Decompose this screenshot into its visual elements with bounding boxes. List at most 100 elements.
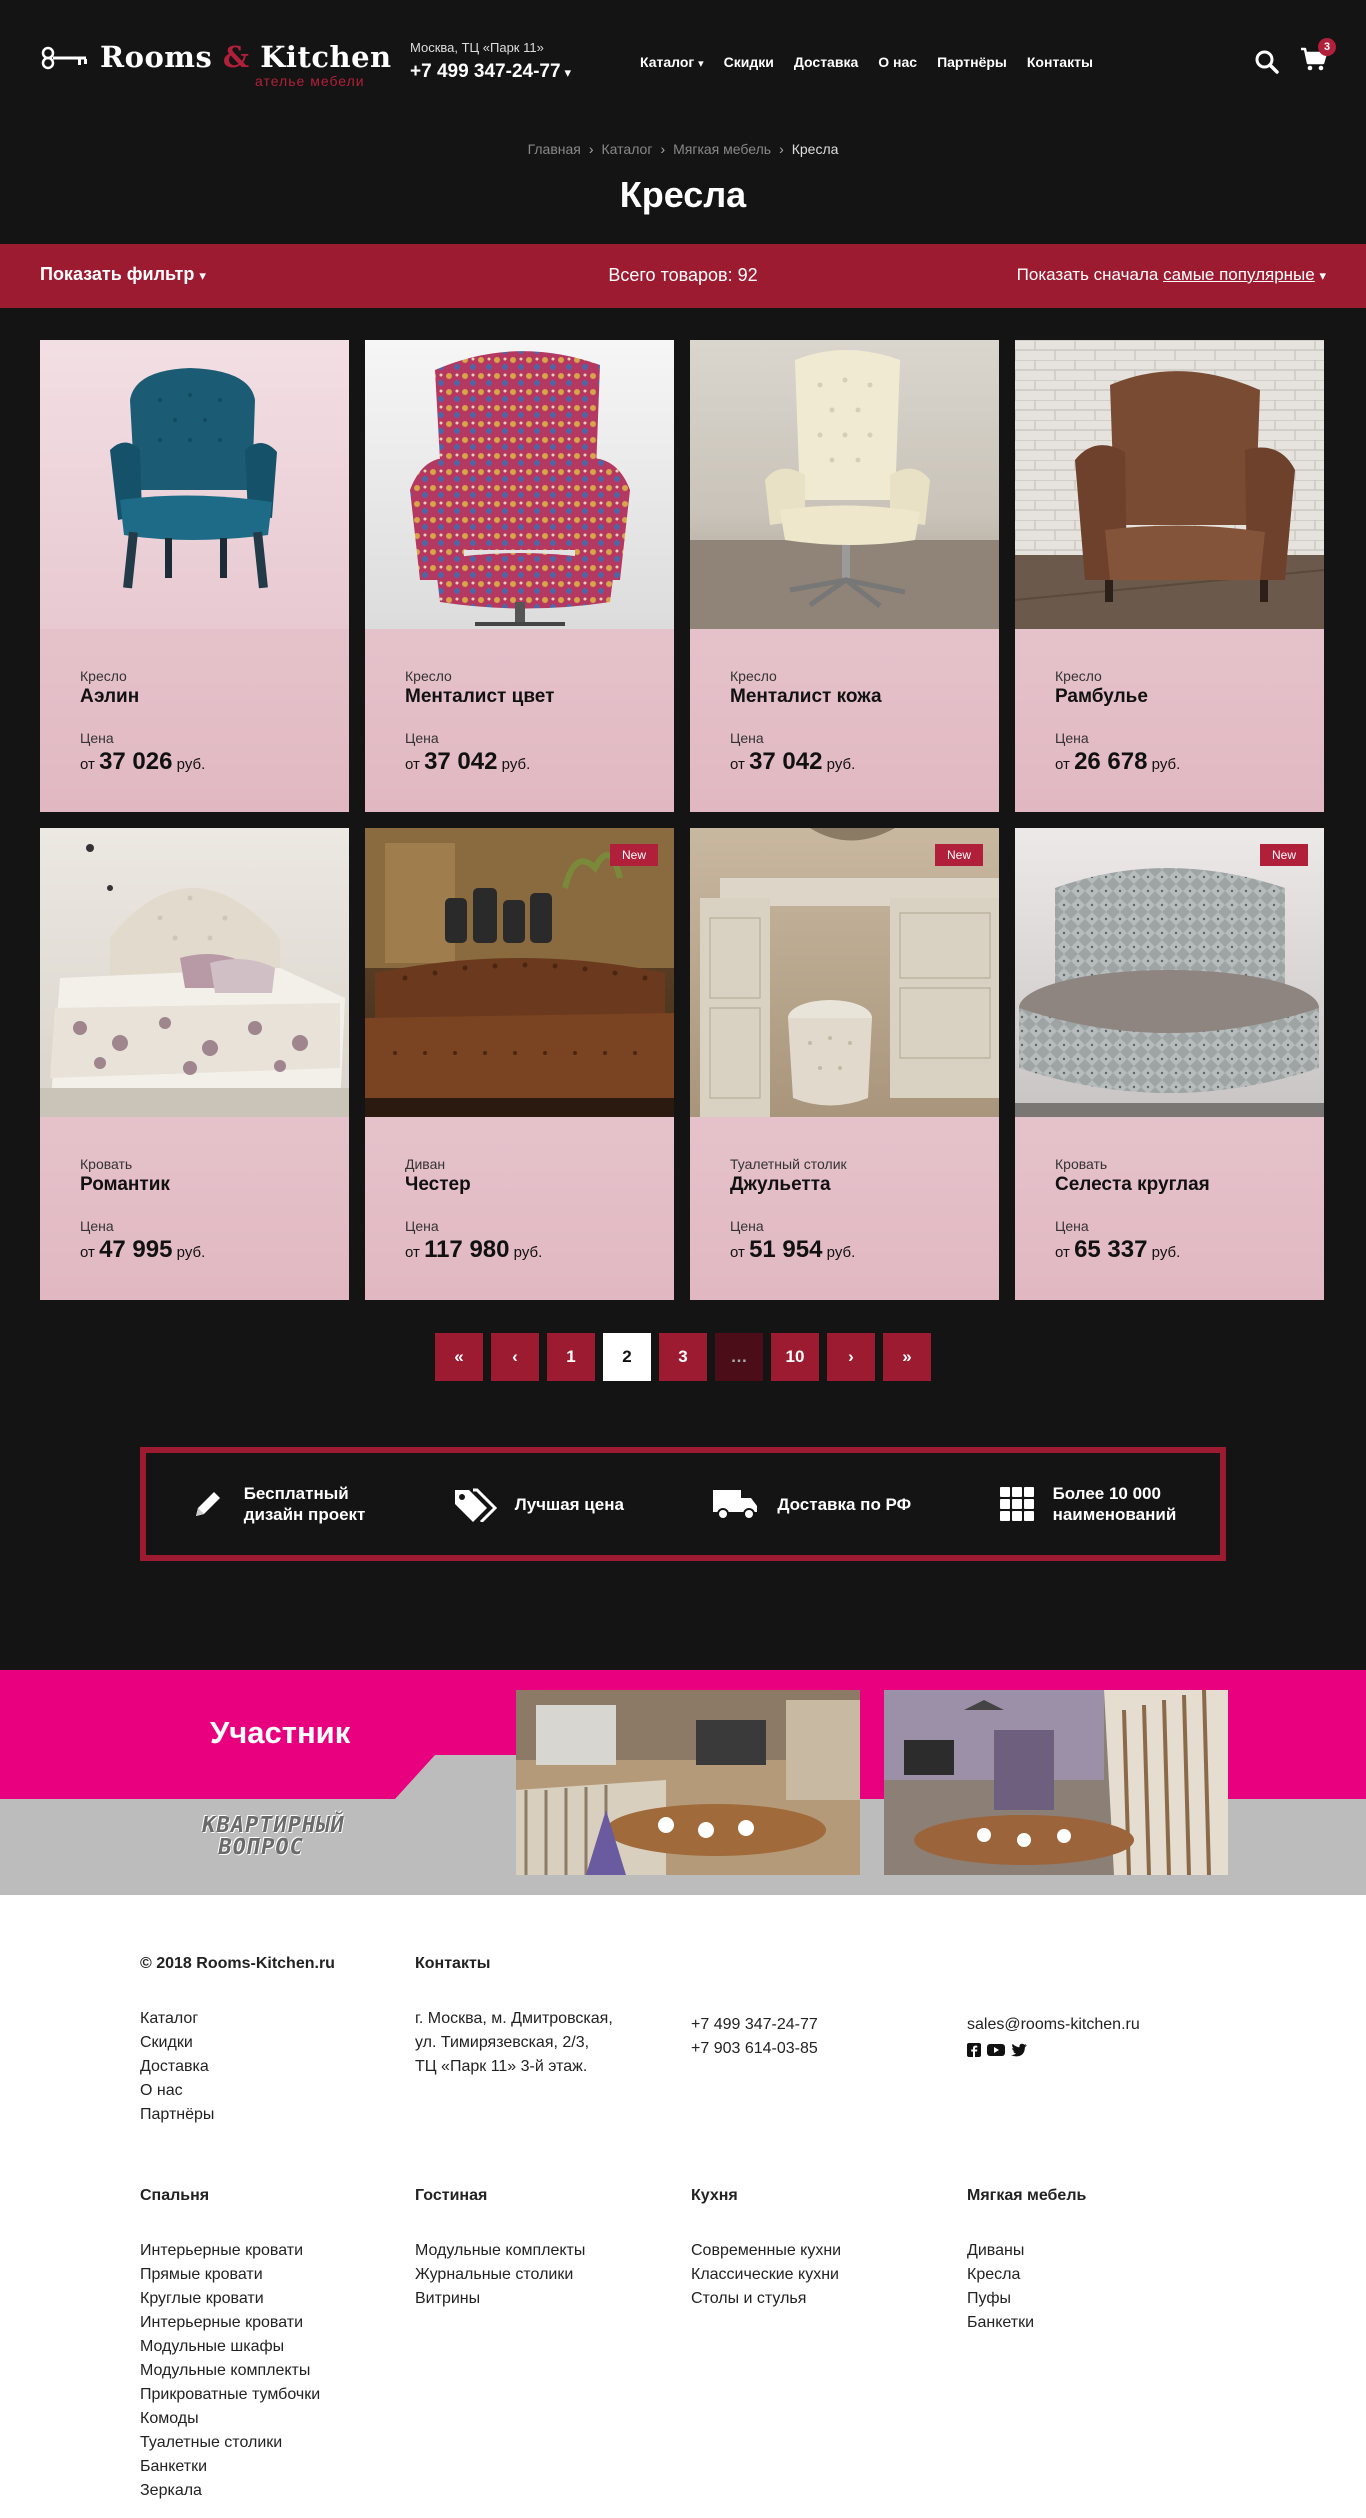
footer-link[interactable]: Прямые кровати: [140, 2263, 320, 2287]
first-page-button[interactable]: «: [435, 1333, 483, 1381]
site-footer: © 2018 Rooms-Kitchen.ru Каталог Скидки Д…: [0, 1895, 1366, 2518]
footer-link[interactable]: Банкетки: [967, 2311, 1086, 2335]
product-card[interactable]: Кресло Менталист цвет Цена от 37 042 руб…: [365, 340, 674, 812]
footer-link[interactable]: Журнальные столики: [415, 2263, 585, 2287]
page-10[interactable]: 10: [771, 1333, 819, 1381]
phone-dropdown[interactable]: +7 499 347-24-77 ▾: [410, 61, 571, 83]
benefit-design: Бесплатный дизайн проект: [190, 1483, 365, 1525]
footer-link[interactable]: Зеркала: [140, 2479, 320, 2503]
product-name: Менталист цвет: [405, 686, 555, 707]
footer-col-bedroom: Спальня Интерьерные кровати Прямые крова…: [140, 2187, 320, 2503]
footer-link[interactable]: Модульные шкафы: [140, 2335, 320, 2359]
page-2-current[interactable]: 2: [603, 1333, 651, 1381]
product-info: Диван Честер Цена от 117 980 руб.: [405, 1156, 542, 1264]
footer-col-soft: Мягкая мебель Диваны Кресла Пуфы Банкетк…: [967, 2187, 1086, 2335]
footer-phone[interactable]: +7 499 347-24-77: [691, 2013, 818, 2037]
breadcrumb: Главная › Каталог › Мягкая мебель › Кресла: [0, 124, 1366, 170]
footer-link[interactable]: Комоды: [140, 2407, 320, 2431]
footer-col-main: © 2018 Rooms-Kitchen.ru Каталог Скидки Д…: [140, 1955, 335, 2127]
nav-about[interactable]: О нас: [878, 54, 917, 70]
footer-link[interactable]: Столы и стулья: [691, 2287, 841, 2311]
footer-link[interactable]: Интерьерные кровати: [140, 2239, 320, 2263]
nav-discounts[interactable]: Скидки: [724, 54, 774, 70]
product-card[interactable]: New Диван Честер Цена от 117 980 руб.: [365, 828, 674, 1300]
header-icons: 3: [1254, 38, 1336, 77]
footer-link-catalog[interactable]: Каталог: [140, 2007, 335, 2031]
member-photo-1[interactable]: [516, 1690, 860, 1875]
footer-link[interactable]: Витрины: [415, 2287, 585, 2311]
product-info: Кресло Рамбулье Цена от 26 678 руб.: [1055, 668, 1180, 776]
product-info: Кровать Романтик Цена от 47 995 руб.: [80, 1156, 205, 1264]
banner-shape: [0, 1755, 520, 1895]
footer-link[interactable]: Модульные комплекты: [140, 2359, 320, 2383]
product-image: [40, 828, 349, 1117]
youtube-icon[interactable]: [987, 2043, 1005, 2057]
breadcrumb-current: Кресла: [791, 141, 839, 157]
product-name: Романтик: [80, 1174, 170, 1195]
next-page-button[interactable]: ›: [827, 1333, 875, 1381]
dark-section: Rooms & Kitchen ателье мебели Москва, ТЦ…: [0, 0, 1366, 1670]
footer-link[interactable]: Пуфы: [967, 2287, 1086, 2311]
prev-page-button[interactable]: ‹: [491, 1333, 539, 1381]
address-line: ТЦ «Парк 11» 3-й этаж.: [415, 2058, 588, 2075]
nav-catalog[interactable]: Каталог ▾: [640, 54, 704, 70]
footer-link-about[interactable]: О нас: [140, 2079, 335, 2103]
last-page-button[interactable]: »: [883, 1333, 931, 1381]
footer-link[interactable]: Диваны: [967, 2239, 1086, 2263]
product-price: от 65 337 руб.: [1055, 1236, 1181, 1263]
price-label: Цена: [1055, 1218, 1089, 1234]
product-image: [690, 340, 999, 629]
nav-delivery[interactable]: Доставка: [794, 54, 858, 70]
facebook-icon[interactable]: [967, 2043, 981, 2057]
breadcrumb-catalog[interactable]: Каталог: [602, 141, 653, 157]
product-card[interactable]: Кресло Менталист кожа Цена от 37 042 руб…: [690, 340, 999, 812]
product-image: New: [1015, 828, 1324, 1117]
footer-phone[interactable]: +7 903 614-03-85: [691, 2037, 818, 2061]
footer-link-partners[interactable]: Партнёры: [140, 2103, 335, 2127]
footer-link[interactable]: Модульные комплекты: [415, 2239, 585, 2263]
product-card[interactable]: Кресло Аэлин Цена от 37 026 руб.: [40, 340, 349, 812]
product-info: Кресло Менталист цвет Цена от 37 042 руб…: [405, 668, 554, 776]
nav-partners[interactable]: Партнёры: [937, 54, 1007, 70]
footer-link[interactable]: Кресла: [967, 2263, 1086, 2287]
footer-link-discounts[interactable]: Скидки: [140, 2031, 335, 2055]
footer-link[interactable]: Банкетки: [140, 2455, 320, 2479]
breadcrumb-soft-furniture[interactable]: Мягкая мебель: [673, 141, 771, 157]
product-card[interactable]: Кровать Романтик Цена от 47 995 руб.: [40, 828, 349, 1300]
footer-email[interactable]: sales@rooms-kitchen.ru: [967, 2013, 1140, 2037]
cart-button[interactable]: 3: [1300, 38, 1336, 77]
product-card[interactable]: Кресло Рамбулье Цена от 26 678 руб.: [1015, 340, 1324, 812]
page-1[interactable]: 1: [547, 1333, 595, 1381]
benefits-box: Бесплатный дизайн проект Лучшая цена Дост…: [140, 1447, 1226, 1561]
twitter-icon[interactable]: [1011, 2043, 1027, 2057]
sort-dropdown[interactable]: самые популярные: [1163, 265, 1315, 284]
footer-link[interactable]: Туалетные столики: [140, 2431, 320, 2455]
footer-link[interactable]: Круглые кровати: [140, 2287, 320, 2311]
kvartirny-vopros-logo[interactable]: КВАРТИРНЫЙ ВОПРОС: [196, 1813, 347, 1860]
member-title: Участник: [210, 1715, 351, 1750]
breadcrumb-home[interactable]: Главная: [528, 141, 581, 157]
page-3[interactable]: 3: [659, 1333, 707, 1381]
footer-link[interactable]: Интерьерные кровати: [140, 2311, 320, 2335]
footer-link[interactable]: Классические кухни: [691, 2263, 841, 2287]
product-type: Кресло: [405, 668, 452, 684]
product-card[interactable]: New Кровать Селеста круглая Цена от 65 3…: [1015, 828, 1324, 1300]
price-label: Цена: [1055, 730, 1089, 746]
price-label: Цена: [730, 1218, 764, 1234]
chevron-right-icon: ›: [588, 141, 594, 157]
chevron-down-icon: ▾: [698, 58, 704, 70]
price-label: Цена: [80, 1218, 114, 1234]
footer-link-delivery[interactable]: Доставка: [140, 2055, 335, 2079]
product-card[interactable]: New Туалетный столик Джульетта Цена от 5…: [690, 828, 999, 1300]
footer-link[interactable]: Современные кухни: [691, 2239, 841, 2263]
footer-link[interactable]: Прикроватные тумбочки: [140, 2383, 320, 2407]
member-photo-2[interactable]: [884, 1690, 1228, 1875]
search-icon[interactable]: [1254, 49, 1280, 75]
contacts-title: Контакты: [415, 1955, 491, 1972]
logo[interactable]: Rooms & Kitchen ателье мебели: [40, 40, 391, 90]
footer-col-living: Гостиная Модульные комплекты Журнальные …: [415, 2187, 585, 2311]
new-badge: New: [934, 844, 983, 866]
nav-contacts[interactable]: Контакты: [1027, 54, 1093, 70]
store-location: Москва, ТЦ «Парк 11»: [410, 40, 544, 55]
social-links: [967, 2043, 1140, 2057]
